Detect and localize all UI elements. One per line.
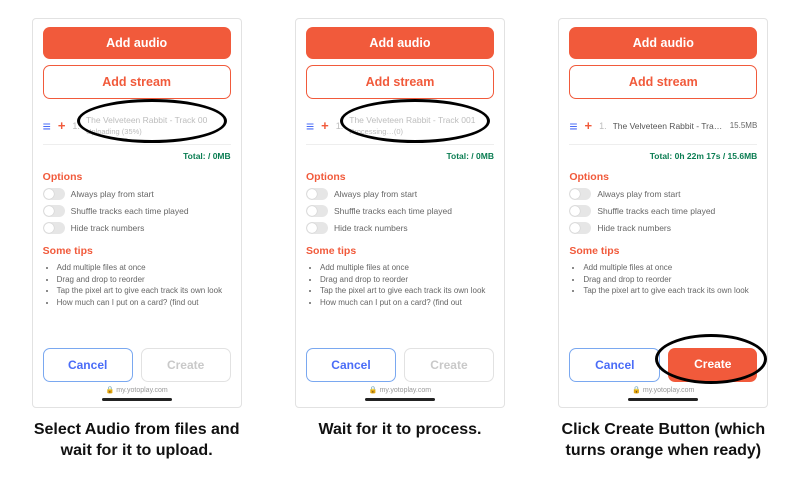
add-audio-button[interactable]: Add audio	[306, 27, 494, 59]
step-caption: Click Create Button (which turns orange …	[543, 420, 783, 462]
add-stream-button[interactable]: Add stream	[569, 65, 757, 99]
option-label: Hide track numbers	[71, 223, 145, 233]
tips-list: Add multiple files at onceDrag and drop …	[43, 262, 231, 308]
add-track-icon[interactable]: +	[58, 118, 66, 133]
option-toggle[interactable]	[569, 188, 591, 200]
page-url: 🔒 my.yotoplay.com	[43, 386, 231, 394]
tips-list: Add multiple files at onceDrag and drop …	[306, 262, 494, 308]
phone-screen-3: Add audio Add stream ≡ +1. The Velveteen Rab…	[558, 18, 768, 408]
option-row: Shuffle tracks each time played	[306, 205, 494, 217]
total-summary: Total: 0h 22m 17s / 15.6MB	[569, 151, 757, 161]
home-indicator	[365, 398, 435, 401]
option-toggle[interactable]	[306, 188, 328, 200]
tip-item: Add multiple files at once	[320, 262, 494, 274]
step-caption: Wait for it to process.	[314, 420, 485, 441]
cancel-button[interactable]: Cancel	[569, 348, 660, 382]
add-track-icon[interactable]: +	[321, 118, 329, 133]
track-status: Processing…(0)	[349, 127, 494, 136]
create-button: Create	[141, 348, 231, 382]
cancel-button[interactable]: Cancel	[43, 348, 133, 382]
drag-handle-icon[interactable]: ≡	[43, 118, 51, 134]
option-row: Always play from start	[43, 188, 231, 200]
tip-item: Add multiple files at once	[583, 262, 757, 274]
option-toggle[interactable]	[569, 205, 591, 217]
lock-icon: 🔒	[632, 387, 643, 394]
option-label: Shuffle tracks each time played	[334, 206, 452, 216]
track-number: 1.	[336, 121, 344, 131]
option-row: Hide track numbers	[43, 222, 231, 234]
phone-screen-1: Add audio Add stream ≡ +1. The Velveteen Rab…	[32, 18, 242, 408]
tip-item: Drag and drop to reorder	[583, 274, 757, 286]
option-label: Always play from start	[71, 189, 154, 199]
page-url-text: my.yotoplay.com	[116, 387, 167, 394]
tip-item: Add multiple files at once	[57, 262, 231, 274]
track-title: The Velveteen Rabbit - Track 001	[349, 115, 494, 125]
track-row[interactable]: ≡ +1. The Velveteen Rabbit - Track 00 Uploa…	[43, 105, 231, 145]
drag-handle-icon[interactable]: ≡	[569, 118, 577, 134]
tips-list: Add multiple files at onceDrag and drop …	[569, 262, 757, 297]
option-label: Always play from start	[597, 189, 680, 199]
add-stream-button[interactable]: Add stream	[43, 65, 231, 99]
option-label: Hide track numbers	[334, 223, 408, 233]
track-row[interactable]: ≡ +1. The Velveteen Rabbit - Track 001 Proc…	[306, 105, 494, 145]
page-url-text: my.yotoplay.com	[643, 387, 694, 394]
option-toggle[interactable]	[569, 222, 591, 234]
total-summary: Total: / 0MB	[43, 151, 231, 161]
tips-header: Some tips	[43, 245, 231, 257]
option-row: Always play from start	[569, 188, 757, 200]
option-label: Shuffle tracks each time played	[71, 206, 189, 216]
option-toggle[interactable]	[43, 188, 65, 200]
phone-screen-2: Add audio Add stream ≡ +1. The Velveteen Rab…	[295, 18, 505, 408]
tip-item: Tap the pixel art to give each track its…	[320, 285, 494, 297]
page-url: 🔒 my.yotoplay.com	[569, 386, 757, 394]
tip-item: Tap the pixel art to give each track its…	[57, 285, 231, 297]
tips-header: Some tips	[306, 245, 494, 257]
track-number: 1.	[72, 121, 80, 131]
option-row: Shuffle tracks each time played	[43, 205, 231, 217]
track-size: 15.5MB	[730, 121, 758, 130]
options-header: Options	[569, 171, 757, 183]
option-label: Hide track numbers	[597, 223, 671, 233]
track-title: The Velveteen Rabbit - Track 00	[86, 115, 231, 125]
tip-item: Drag and drop to reorder	[320, 274, 494, 286]
page-url-text: my.yotoplay.com	[380, 387, 431, 394]
create-button: Create	[404, 348, 494, 382]
option-row: Always play from start	[306, 188, 494, 200]
option-label: Always play from start	[334, 189, 417, 199]
options-header: Options	[306, 171, 494, 183]
add-audio-button[interactable]: Add audio	[43, 27, 231, 59]
track-status: Uploading (35%)	[86, 127, 231, 136]
drag-handle-icon[interactable]: ≡	[306, 118, 314, 134]
option-toggle[interactable]	[43, 205, 65, 217]
tip-item: Tap the pixel art to give each track its…	[583, 285, 757, 297]
add-audio-button[interactable]: Add audio	[569, 27, 757, 59]
track-title: The Velveteen Rabbit - Track 1	[613, 121, 723, 131]
track-number: 1.	[599, 121, 607, 131]
step-caption: Select Audio from files and wait for it …	[17, 420, 257, 462]
option-row: Hide track numbers	[306, 222, 494, 234]
add-track-icon[interactable]: +	[584, 118, 592, 133]
tip-item: Drag and drop to reorder	[57, 274, 231, 286]
total-summary: Total: / 0MB	[306, 151, 494, 161]
option-label: Shuffle tracks each time played	[597, 206, 715, 216]
tip-item: How much can I put on a card? (find out	[320, 297, 494, 309]
lock-icon: 🔒	[106, 387, 117, 394]
tip-item: How much can I put on a card? (find out	[57, 297, 231, 309]
option-toggle[interactable]	[43, 222, 65, 234]
options-header: Options	[43, 171, 231, 183]
option-toggle[interactable]	[306, 205, 328, 217]
tips-header: Some tips	[569, 245, 757, 257]
lock-icon: 🔒	[369, 387, 380, 394]
option-row: Hide track numbers	[569, 222, 757, 234]
page-url: 🔒 my.yotoplay.com	[306, 386, 494, 394]
cancel-button[interactable]: Cancel	[306, 348, 396, 382]
track-row[interactable]: ≡ +1. The Velveteen Rabbit - Track 1 15.5MB	[569, 105, 757, 145]
option-toggle[interactable]	[306, 222, 328, 234]
home-indicator	[102, 398, 172, 401]
add-stream-button[interactable]: Add stream	[306, 65, 494, 99]
create-button[interactable]: Create	[668, 348, 757, 382]
option-row: Shuffle tracks each time played	[569, 205, 757, 217]
home-indicator	[628, 398, 698, 401]
